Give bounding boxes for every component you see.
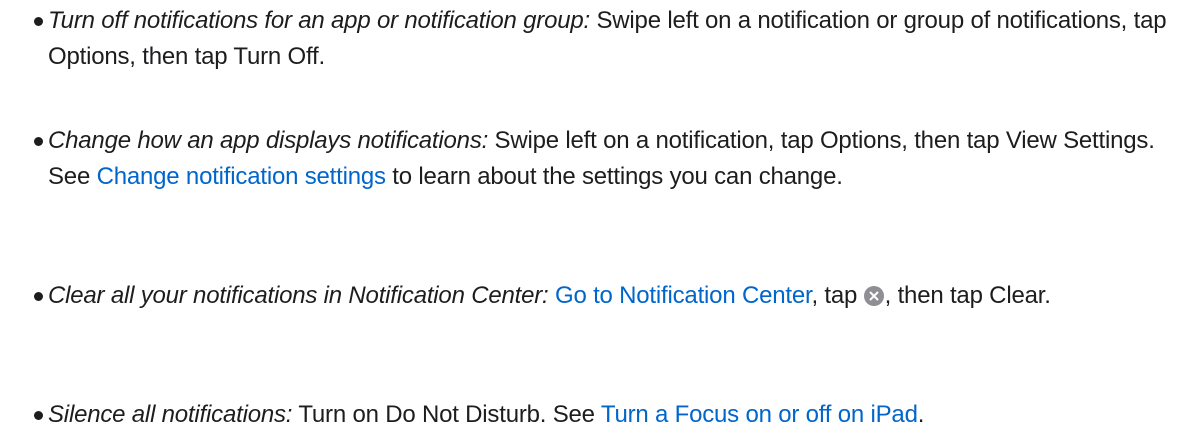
- item-lead: Clear all your notifications in Notifica…: [48, 282, 549, 309]
- item-text: .: [917, 401, 925, 428]
- list-item: Clear all your notifications in Notifica…: [34, 278, 1188, 314]
- item-text: , then tap Clear.: [884, 282, 1051, 309]
- turn-focus-on-off-link[interactable]: Turn a Focus on or off on iPad: [601, 401, 918, 428]
- item-lead: Change how an app displays notifications…: [48, 127, 489, 154]
- bullet: [34, 17, 43, 26]
- item-lead: Turn off notifications for an app or not…: [48, 7, 591, 34]
- list-item: Change how an app displays notifications…: [34, 123, 1188, 195]
- item-text: to learn about the settings you can chan…: [385, 163, 843, 190]
- list-item: Turn off notifications for an app or not…: [34, 3, 1188, 75]
- item-lead: Silence all notifications:: [48, 401, 293, 428]
- bullet: [34, 137, 43, 146]
- bullet: [34, 411, 43, 420]
- change-notification-settings-link[interactable]: Change notification settings: [97, 163, 386, 190]
- list-item: Silence all notifications: Turn on Do No…: [34, 397, 1188, 433]
- go-to-notification-center-link[interactable]: Go to Notification Center: [555, 282, 812, 309]
- bullet: [34, 292, 43, 301]
- item-text: Turn on Do Not Disturb. See: [292, 401, 601, 428]
- clear-x-icon: [863, 286, 884, 306]
- item-text: , tap: [811, 282, 864, 309]
